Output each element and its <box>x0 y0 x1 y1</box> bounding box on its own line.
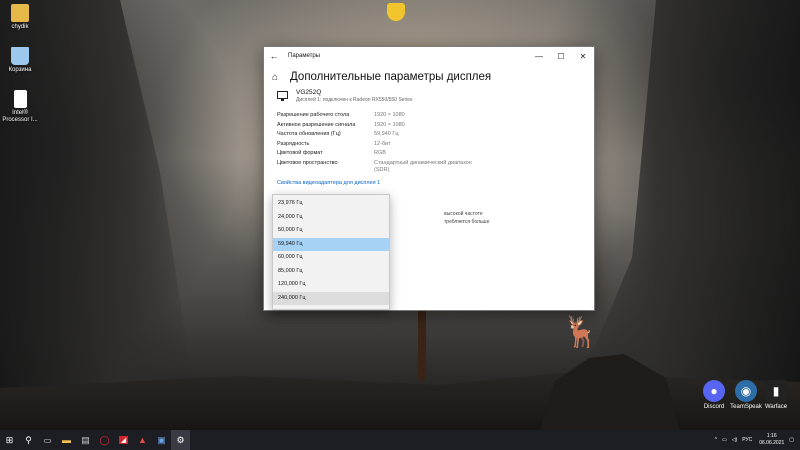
property-row: Разрешение рабочего стола 1920 × 1080 <box>277 111 594 121</box>
back-arrow-icon[interactable]: ← <box>264 51 284 61</box>
taskbar: ⊞ ⚲ ▭ ▬ ▤ ◯ ◢ ▲ ▣ ⚙ ^ ▭ ◁) РУС 1:16 06.0… <box>0 430 800 450</box>
app-window-icon: ▣ <box>157 434 166 445</box>
property-value: 12-бит <box>374 140 391 147</box>
refresh-rate-hint-line-1: высокой частоте <box>444 211 483 217</box>
monitor-description: Дисплей 1: подключен к Radeon RX550/550 … <box>296 97 413 103</box>
start-button[interactable]: ⊞ <box>0 430 19 450</box>
language-indicator[interactable]: РУС <box>742 437 752 443</box>
wallpaper-deer: 🦌 <box>562 316 600 349</box>
property-row: Разрядность 12-бит <box>277 140 594 150</box>
page-header: ⌂ Дополнительные параметры дисплея <box>264 65 594 83</box>
discord-icon: ● <box>703 380 725 402</box>
task-view-icon: ▭ <box>43 435 52 445</box>
desktop-icon-user-folder[interactable]: chydik <box>0 4 40 31</box>
warface-icon: ▮ <box>765 380 787 402</box>
page-title: Дополнительные параметры дисплея <box>290 71 492 83</box>
folder-icon: ▬ <box>62 435 71 445</box>
property-value: 1920 × 1080 <box>374 112 405 118</box>
property-row: Частота обновления (Гц) 59,940 Гц <box>277 130 594 140</box>
recycle-bin-icon <box>11 47 29 65</box>
refresh-option[interactable]: 23,976 Гц <box>273 197 389 211</box>
amd-icon: ◢ <box>118 436 129 444</box>
security-shield-icon <box>387 3 405 21</box>
refresh-option[interactable]: 60,000 Гц <box>273 251 389 265</box>
desktop-icon-intel-document[interactable]: Intel® Processor I... <box>0 90 40 124</box>
maximize-button[interactable]: ☐ <box>550 52 572 61</box>
adapter-properties-link[interactable]: Свойства видеоадаптера для дисплея 1 <box>264 174 594 186</box>
network-icon[interactable]: ▭ <box>722 437 727 443</box>
document-icon <box>13 90 27 108</box>
store-icon: ▤ <box>81 434 90 445</box>
clock-time: 1:16 <box>766 433 777 439</box>
property-key: Разрешение рабочего стола <box>277 112 350 118</box>
taskbar-game-launcher[interactable]: ▲ <box>133 430 152 450</box>
refresh-rate-hint-line-2: требляется больше <box>444 219 490 225</box>
clock[interactable]: 1:16 06.06.2021 <box>759 433 784 447</box>
property-value: 1920 × 1080 <box>374 121 405 128</box>
refresh-rate-dropdown: 23,976 Гц 24,000 Гц 50,000 Гц 59,940 Гц … <box>272 194 390 310</box>
refresh-option[interactable]: 50,000 Гц <box>273 224 389 238</box>
monitor-name: VG252Q <box>296 89 322 96</box>
taskbar-app[interactable]: ▣ <box>152 430 171 450</box>
task-view-button[interactable]: ▭ <box>38 430 57 450</box>
system-tray: ^ ▭ ◁) РУС 1:16 06.06.2021 ▢ <box>710 433 800 447</box>
user-folder-icon <box>11 4 29 22</box>
property-row: Активное разрешение сигнала 1920 × 1080 <box>277 121 594 131</box>
property-key: Цветовое пространство <box>277 159 338 166</box>
search-button[interactable]: ⚲ <box>19 430 38 450</box>
property-value: Стандартный динамический диапазон (SDR) <box>374 159 472 173</box>
monitor-selector: VG252Q Дисплей 1: подключен к Radeon RX5… <box>264 83 594 103</box>
window-title: Параметры <box>288 53 320 59</box>
display-properties: Разрешение рабочего стола 1920 × 1080 Ак… <box>264 103 594 174</box>
game-launcher-icon: ▲ <box>138 435 147 445</box>
property-value: RGB <box>374 150 386 157</box>
desktop-icon-recycle-bin[interactable]: Корзина <box>0 47 40 74</box>
property-row: Цветовое пространство Стандартный динами… <box>277 159 594 174</box>
taskbar-store[interactable]: ▤ <box>76 430 95 450</box>
notifications-icon[interactable]: ▢ <box>789 437 794 443</box>
desktop-icon-warface[interactable]: ▮ Warface <box>754 380 798 410</box>
refresh-option-selected[interactable]: 59,940 Гц <box>273 237 389 251</box>
home-icon[interactable]: ⌂ <box>272 72 286 83</box>
gear-icon: ⚙ <box>176 434 185 445</box>
property-key: Частота обновления (Гц) <box>277 131 341 138</box>
refresh-option[interactable]: 24,000 Гц <box>273 211 389 225</box>
windows-logo-icon: ⊞ <box>5 434 14 445</box>
monitor-icon <box>277 91 288 101</box>
property-value: 59,940 Гц <box>374 131 399 138</box>
refresh-option-hover[interactable]: 240,000 Гц <box>273 291 389 305</box>
taskbar-opera[interactable]: ◯ <box>95 430 114 450</box>
close-button[interactable]: ✕ <box>572 52 594 61</box>
search-icon: ⚲ <box>25 434 32 445</box>
taskbar-file-explorer[interactable]: ▬ <box>57 430 76 450</box>
refresh-option[interactable]: 85,000 Гц <box>273 265 389 279</box>
chevron-up-icon[interactable]: ^ <box>715 437 717 443</box>
property-key: Цветовой формат <box>277 150 323 157</box>
property-key: Активное разрешение сигнала <box>277 121 356 128</box>
volume-icon[interactable]: ◁) <box>732 437 738 443</box>
window-titlebar: ← Параметры — ☐ ✕ <box>264 47 594 65</box>
property-key: Разрядность <box>277 140 310 147</box>
opera-icon: ◯ <box>99 434 110 445</box>
desktop-icon-security[interactable] <box>376 3 416 23</box>
clock-date: 06.06.2021 <box>759 440 785 446</box>
minimize-button[interactable]: — <box>528 52 550 61</box>
wallpaper-tree-trunk <box>418 300 426 380</box>
refresh-option[interactable]: 120,000 Гц <box>273 278 389 292</box>
taskbar-settings[interactable]: ⚙ <box>171 430 190 450</box>
property-row: Цветовой формат RGB <box>277 149 594 159</box>
taskbar-amd[interactable]: ◢ <box>114 430 133 450</box>
